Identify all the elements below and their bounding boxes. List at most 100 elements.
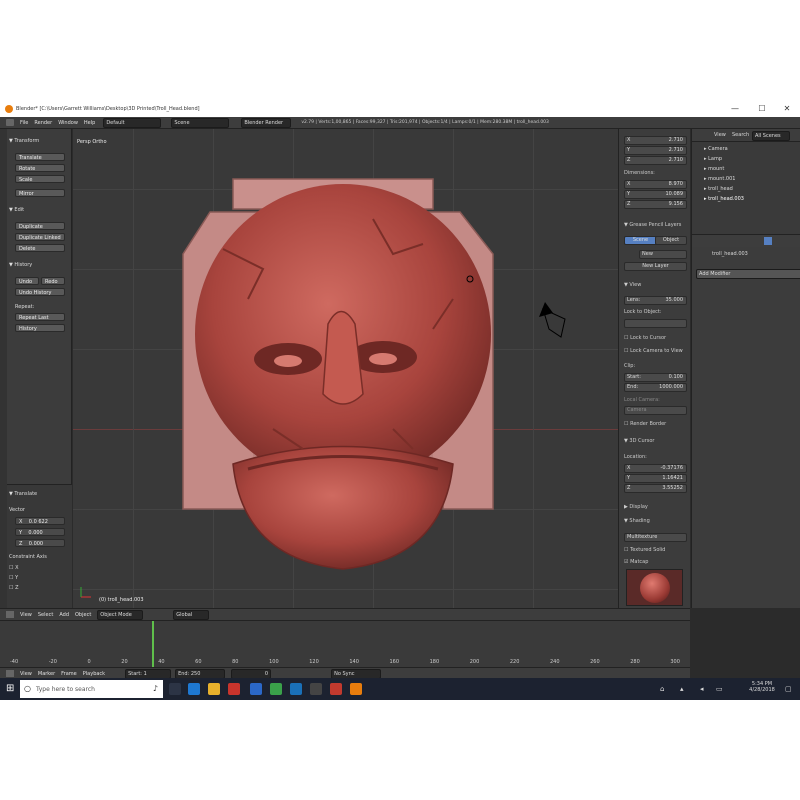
outliner-search-menu[interactable]: Search [732,132,749,138]
delete-button[interactable]: Delete [15,244,65,252]
new-layer-button[interactable]: New Layer [624,262,687,271]
timeline-menu-view[interactable]: View [20,671,32,677]
dimension-y-field[interactable]: Y 10.089 [624,190,687,199]
cursor-z-field[interactable]: Z 3.55252 [624,484,687,493]
vector-y-field[interactable]: Y 0.000 [15,528,65,536]
mode-select[interactable]: Object Mode [97,609,144,620]
cursor-y-field[interactable]: Y 1.16421 [624,474,687,483]
outliner-item-troll-head-003[interactable]: ▸ troll_head.003 [704,196,744,202]
app-icon-2[interactable] [310,683,322,695]
viewport-menu-view[interactable]: View [20,612,32,618]
duplicate-linked-button[interactable]: Duplicate Linked [15,233,65,241]
display-panel-header[interactable]: ▶ Display [624,504,648,510]
operator-panel-header[interactable]: ▼ Translate [9,491,37,497]
edge-icon[interactable] [188,683,200,695]
duplicate-button[interactable]: Duplicate [15,222,65,230]
undo-button[interactable]: Undo [15,277,39,285]
viewport-menu-add[interactable]: Add [59,612,69,618]
3d-cursor-header[interactable]: ▼ 3D Cursor [624,438,655,444]
timeline-menu-marker[interactable]: Marker [38,671,55,677]
modifier-tab-icon[interactable] [764,237,772,245]
timeline-menu-playback[interactable]: Playback [83,671,105,677]
translate-button[interactable]: Translate [15,153,65,161]
outliner-display-select[interactable]: All Scenes [752,131,790,141]
timeline-editor-icon[interactable] [6,670,14,677]
blender-taskbar-icon[interactable] [350,683,362,695]
clock[interactable]: 5:34 PM 4/28/2018 [745,681,779,693]
scene-tab[interactable]: Scene [624,236,657,245]
menu-file[interactable]: File [20,120,28,126]
start-frame-field[interactable]: Start: 1 [125,668,172,679]
editor-type-icon[interactable] [6,119,14,126]
menu-render[interactable]: Render [34,120,52,126]
undo-history-button[interactable]: Undo History [15,288,65,296]
outliner-item-mount-001[interactable]: ▸ mount.001 [704,176,735,182]
tool-shelf-tabs[interactable] [0,129,7,608]
constraint-x-checkbox[interactable]: ☐ X [9,565,19,571]
constraint-z-checkbox[interactable]: ☐ Z [9,585,19,591]
microphone-icon[interactable]: ♪ [153,684,158,693]
dimension-x-field[interactable]: X 8.970 [624,180,687,189]
vector-x-field[interactable]: X 0.0 622 [15,517,65,525]
dimension-z-field[interactable]: Z 9.156 [624,200,687,209]
current-frame-field[interactable]: 0 [231,668,272,679]
volume-icon[interactable]: ◂ [700,685,704,693]
scale-y-field[interactable]: Y 2.710 [624,146,687,155]
viewport-menu-object[interactable]: Object [75,612,91,618]
minimize-button[interactable]: — [725,103,745,115]
rotate-button[interactable]: Rotate [15,164,65,172]
close-button[interactable]: ✕ [777,103,797,115]
outliner-item-lamp[interactable]: ▸ Lamp [704,156,722,162]
app-icon-1[interactable] [290,683,302,695]
timeline-menu-frame[interactable]: Frame [61,671,77,677]
grease-pencil-header[interactable]: ▼ Grease Pencil Layers [624,222,681,228]
sync-select[interactable]: No Sync [331,668,382,679]
local-camera-field[interactable]: Camera [624,406,687,415]
lock-camera-checkbox[interactable]: ☐ Lock Camera to View [624,348,683,354]
scale-x-field[interactable]: X 2.710 [624,136,687,145]
maximize-button[interactable]: ☐ [752,103,772,115]
constraint-y-checkbox[interactable]: ☐ Y [9,575,18,581]
textured-solid-checkbox[interactable]: ☐ Textured Solid [624,547,665,553]
shading-panel-header[interactable]: ▼ Shading [624,518,650,524]
scene-select[interactable]: Scene [171,117,230,128]
orientation-select[interactable]: Global [173,609,210,620]
outliner-item-camera[interactable]: ▸ Camera [704,146,728,152]
menu-help[interactable]: Help [84,120,95,126]
network-icon[interactable]: ▴ [680,685,684,693]
end-frame-field[interactable]: End: 250 [175,668,226,679]
lock-object-field[interactable] [624,319,687,328]
notifications-icon[interactable]: ▢ [785,685,792,693]
outliner-item-troll-head[interactable]: ▸ troll_head [704,186,733,192]
viewport-menu-select[interactable]: Select [38,612,53,618]
object-tab[interactable]: Object [655,236,687,245]
matcap-preview[interactable] [626,569,683,606]
shading-mode-select[interactable]: Multitexture [624,533,687,542]
scale-button[interactable]: Scale [15,175,65,183]
render-engine-select[interactable]: Blender Render [241,117,292,128]
history-panel-header[interactable]: ▼ History [9,262,32,268]
layout-select[interactable]: Default [103,117,162,128]
menu-window[interactable]: Window [58,120,78,126]
lock-to-cursor-checkbox[interactable]: ☐ Lock to Cursor [624,335,666,341]
add-modifier-button[interactable]: Add Modifier [696,269,800,279]
repeat-last-button[interactable]: Repeat Last [15,313,65,321]
lens-field[interactable]: Lens: 35.000 [624,296,687,305]
edit-panel-header[interactable]: ▼ Edit [9,207,24,213]
viewport-editor-icon[interactable] [6,611,14,618]
battery-icon[interactable]: ▭ [716,685,723,693]
transform-panel-header[interactable]: ▼ Transform [9,138,39,144]
app-icon-3[interactable] [330,683,342,695]
store-icon[interactable] [228,683,240,695]
mail-icon[interactable] [250,683,262,695]
outliner-item-mount[interactable]: ▸ mount [704,166,724,172]
new-button[interactable]: New [639,250,687,259]
view-panel-header[interactable]: ▼ View [624,282,641,288]
history-button[interactable]: History [15,324,65,332]
3d-viewport[interactable]: Persp Ortho (0) troll_head.003 [73,129,618,608]
vector-z-field[interactable]: Z 0.000 [15,539,65,547]
file-explorer-icon[interactable] [208,683,220,695]
scale-z-field[interactable]: Z 2.710 [624,156,687,165]
redo-button[interactable]: Redo [41,277,65,285]
timeline[interactable]: -40 -20 0 20 40 60 80 100 120 140 160 180 200 220 240 2… [0,620,690,668]
